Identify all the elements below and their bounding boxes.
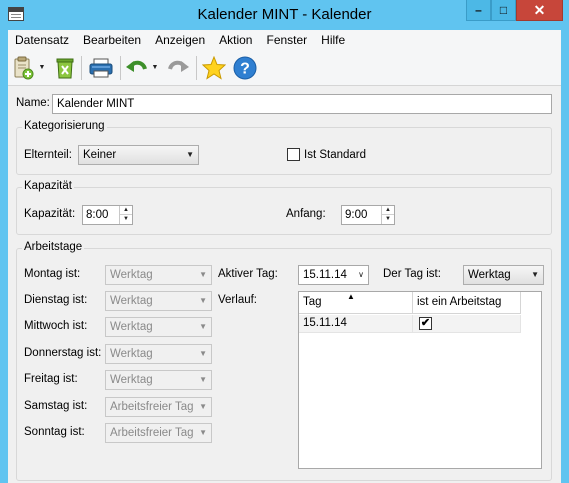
montag-value: Werktag [110, 269, 153, 281]
cell-tag: 15.11.14 [299, 315, 413, 333]
undo-dropdown-icon[interactable]: ▼ [151, 64, 159, 72]
dienstag-label: Dienstag ist: [24, 294, 88, 306]
menu-anzeigen[interactable]: Anzeigen [148, 30, 212, 50]
chevron-down-icon: ▼ [199, 428, 207, 437]
freitag-label: Freitag ist: [24, 373, 78, 385]
kapazitaet-label: Kapazität: [24, 208, 76, 220]
anfang-label: Anfang: [286, 208, 326, 220]
minimize-button[interactable]: – [466, 0, 491, 21]
app-window: Kalender MINT - Kalender – □ ✕ Datensatz… [0, 0, 569, 483]
verlauf-table[interactable]: ▲ Tag ist ein Arbeitstag 15.11.14 ✔ [298, 291, 542, 469]
menu-fenster[interactable]: Fenster [259, 30, 314, 50]
toolbar-separator [120, 56, 121, 80]
dienstag-value: Werktag [110, 295, 153, 307]
aktiver-tag-date-picker[interactable]: 15.11.14 ∨ [298, 265, 369, 285]
spin-down-icon[interactable]: ▼ [120, 215, 132, 224]
dienstag-dropdown[interactable]: Werktag ▼ [105, 291, 212, 311]
table-header: ▲ Tag ist ein Arbeitstag [299, 292, 521, 314]
svg-text:?: ? [240, 61, 250, 78]
donnerstag-value: Werktag [110, 348, 153, 360]
donnerstag-dropdown[interactable]: Werktag ▼ [105, 344, 212, 364]
column-header-tag[interactable]: ▲ Tag [299, 292, 413, 314]
spinner: ▲ ▼ [119, 206, 132, 224]
elternteil-label: Elternteil: [24, 149, 72, 161]
delete-icon[interactable] [52, 55, 78, 81]
redo-icon[interactable] [165, 55, 191, 81]
column-header-ist-arbeitstag[interactable]: ist ein Arbeitstag [413, 292, 521, 314]
chevron-down-icon: ∨ [358, 270, 364, 279]
kapazitaet-value: 8:00 [86, 209, 109, 221]
new-record-dropdown-icon[interactable]: ▼ [38, 64, 46, 72]
mittwoch-label: Mittwoch ist: [24, 320, 88, 332]
kapazitaet-time-input[interactable]: 8:00 ▲ ▼ [82, 205, 133, 225]
chevron-down-icon: ▼ [199, 402, 207, 411]
verlauf-label: Verlauf: [218, 294, 257, 306]
elternteil-value: Keiner [83, 149, 117, 161]
chevron-down-icon: ▼ [199, 349, 207, 358]
print-icon[interactable] [88, 55, 114, 81]
kapazitaet-legend: Kapazität [22, 180, 74, 192]
der-tag-ist-value: Werktag [468, 269, 511, 281]
spin-up-icon[interactable]: ▲ [382, 206, 394, 215]
toolbar: ▼ ▼ ? [8, 50, 561, 86]
toolbar-separator [196, 56, 197, 80]
montag-dropdown[interactable]: Werktag ▼ [105, 265, 212, 285]
menu-bar: Datensatz Bearbeiten Anzeigen Aktion Fen… [8, 30, 561, 50]
close-button[interactable]: ✕ [516, 0, 563, 21]
sort-ascending-icon: ▲ [347, 292, 355, 301]
chevron-down-icon: ▼ [199, 296, 207, 305]
form-area: Name: Kalender MINT Kategorisierung Elte… [8, 87, 561, 483]
arbeitstage-legend: Arbeitstage [22, 241, 85, 253]
mittwoch-value: Werktag [110, 321, 153, 333]
menu-bearbeiten[interactable]: Bearbeiten [76, 30, 148, 50]
menu-datensatz[interactable]: Datensatz [8, 30, 76, 50]
elternteil-dropdown[interactable]: Keiner ▼ [78, 145, 199, 165]
samstag-dropdown[interactable]: Arbeitsfreier Tag ▼ [105, 397, 212, 417]
chevron-down-icon: ▼ [186, 150, 194, 159]
ist-standard-checkbox[interactable] [287, 148, 300, 161]
samstag-label: Samstag ist: [24, 400, 88, 412]
name-input[interactable]: Kalender MINT [52, 94, 552, 114]
toolbar-separator [81, 56, 82, 80]
chevron-down-icon: ▼ [531, 270, 539, 279]
freitag-value: Werktag [110, 374, 153, 386]
kategorisierung-legend: Kategorisierung [22, 120, 107, 132]
spin-up-icon[interactable]: ▲ [120, 206, 132, 215]
aktiver-tag-value: 15.11.14 [303, 269, 347, 281]
menu-hilfe[interactable]: Hilfe [314, 30, 352, 50]
title-bar[interactable]: Kalender MINT - Kalender – □ ✕ [0, 0, 569, 30]
menu-aktion[interactable]: Aktion [212, 30, 259, 50]
spinner: ▲ ▼ [381, 206, 394, 224]
chevron-down-icon: ▼ [199, 322, 207, 331]
der-tag-ist-dropdown[interactable]: Werktag ▼ [463, 265, 544, 285]
freitag-dropdown[interactable]: Werktag ▼ [105, 370, 212, 390]
sonntag-dropdown[interactable]: Arbeitsfreier Tag ▼ [105, 423, 212, 443]
maximize-button[interactable]: □ [491, 0, 516, 21]
mittwoch-dropdown[interactable]: Werktag ▼ [105, 317, 212, 337]
sonntag-value: Arbeitsfreier Tag [110, 427, 194, 439]
name-label: Name: [16, 97, 50, 109]
samstag-value: Arbeitsfreier Tag [110, 401, 194, 413]
favorite-star-icon[interactable] [201, 55, 227, 81]
aktiver-tag-label: Aktiver Tag: [218, 268, 278, 280]
sonntag-label: Sonntag ist: [24, 426, 85, 438]
der-tag-ist-label: Der Tag ist: [383, 268, 441, 280]
montag-label: Montag ist: [24, 268, 81, 280]
ist-arbeitstag-checkbox[interactable]: ✔ [419, 317, 432, 330]
help-icon[interactable]: ? [232, 55, 258, 81]
undo-icon[interactable] [124, 55, 150, 81]
spin-down-icon[interactable]: ▼ [382, 215, 394, 224]
column-header-tag-label: Tag [303, 296, 322, 308]
window-client-area: Datensatz Bearbeiten Anzeigen Aktion Fen… [8, 30, 561, 483]
column-header-ist-arbeitstag-label: ist ein Arbeitstag [417, 296, 502, 308]
donnerstag-label: Donnerstag ist: [24, 347, 102, 359]
anfang-time-input[interactable]: 9:00 ▲ ▼ [341, 205, 395, 225]
chevron-down-icon: ▼ [199, 270, 207, 279]
chevron-down-icon: ▼ [199, 375, 207, 384]
ist-standard-label: Ist Standard [304, 149, 367, 161]
new-record-icon[interactable] [10, 55, 36, 81]
anfang-value: 9:00 [345, 209, 368, 221]
table-row[interactable]: 15.11.14 ✔ [299, 315, 521, 333]
